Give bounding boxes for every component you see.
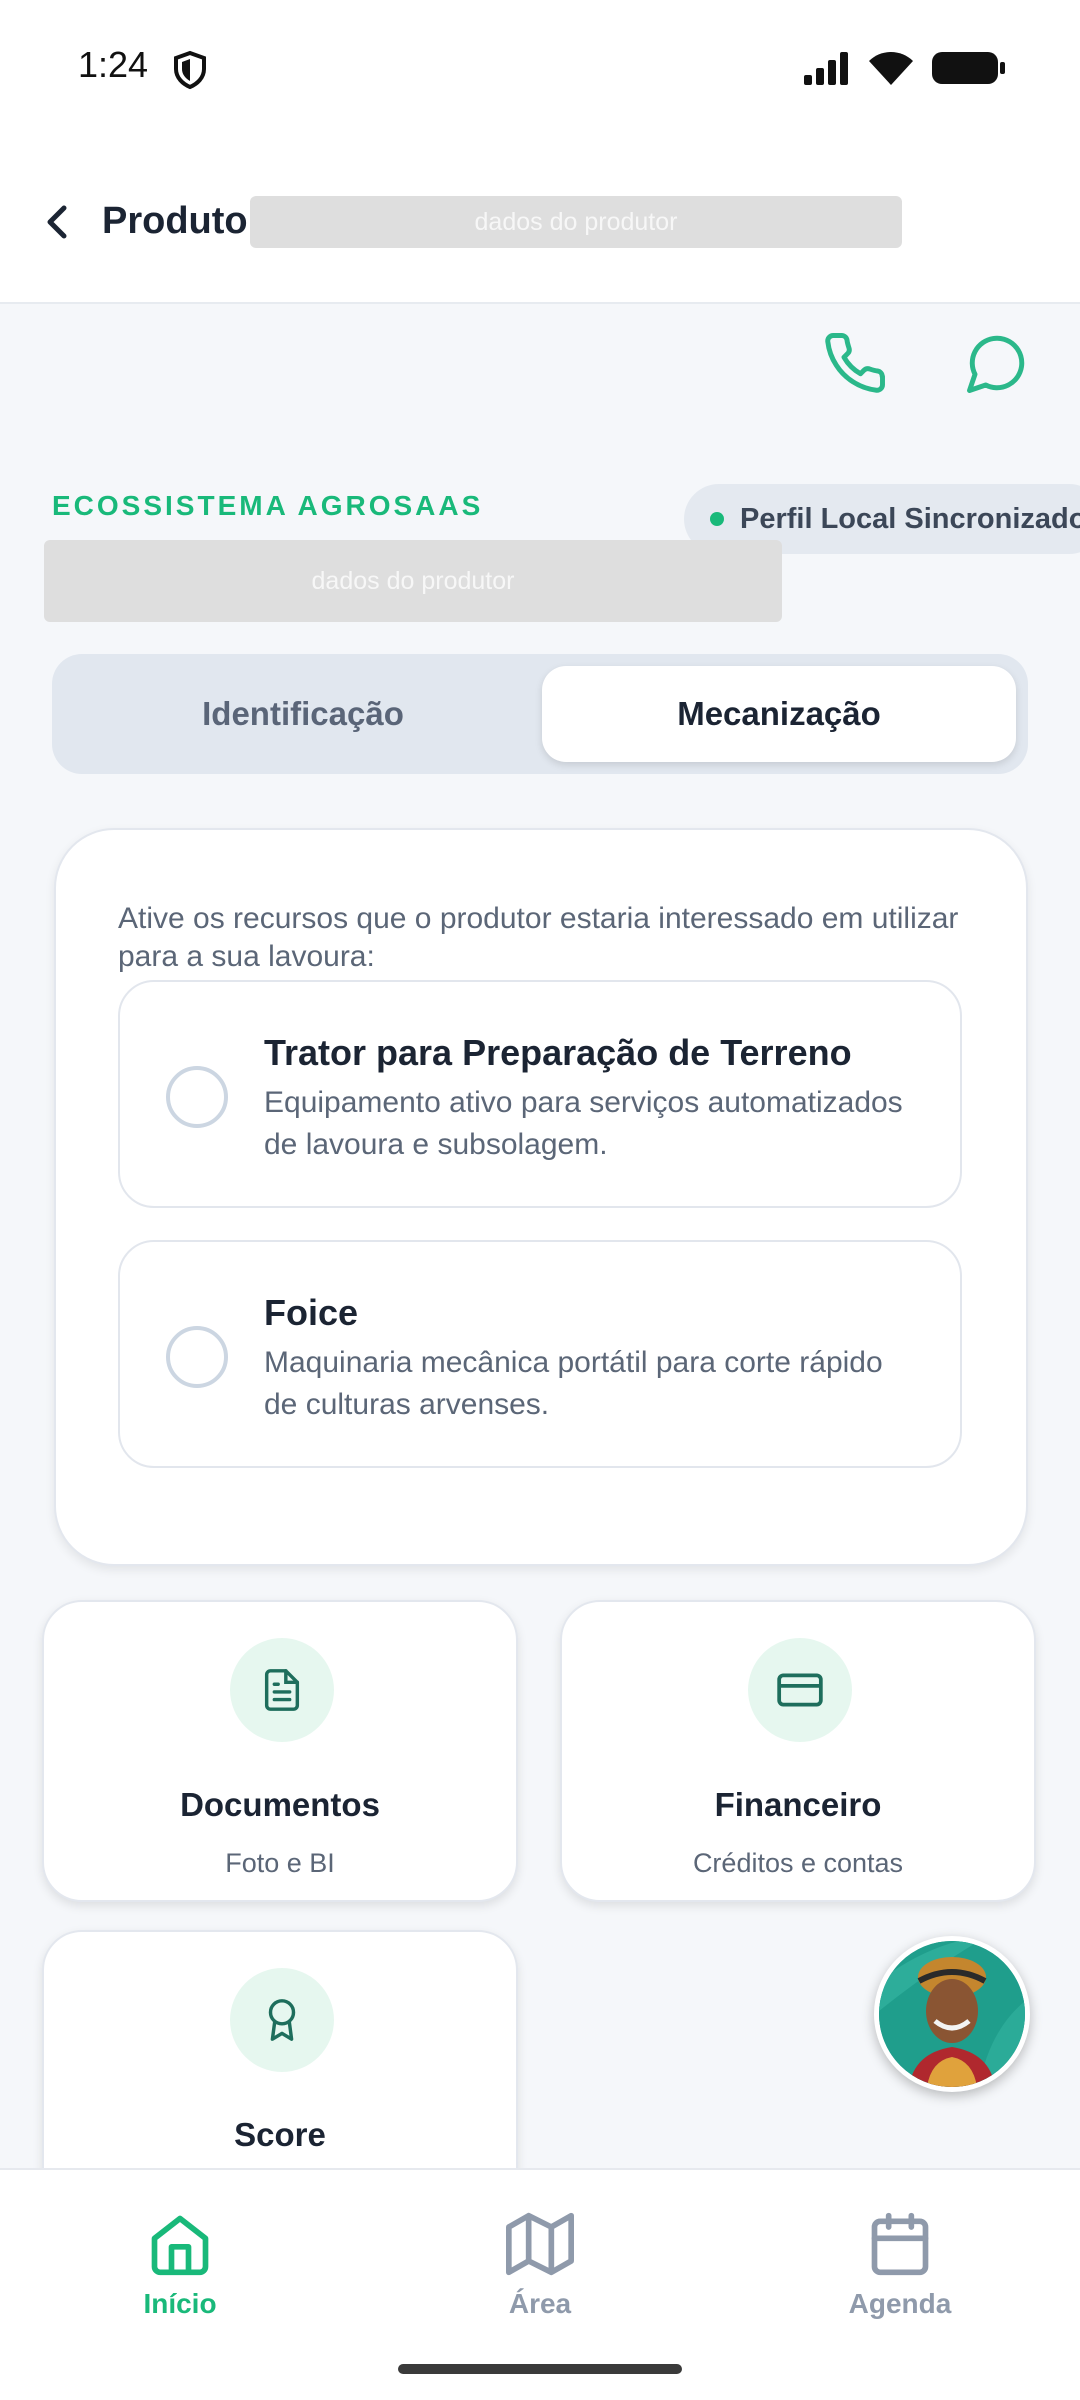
nav-inicio-label: Início [143,2288,217,2319]
document-icon-circle [230,1638,334,1742]
status-time: 1:24 [78,44,149,85]
tab-identificacao[interactable]: Identificação [64,666,542,762]
battery-icon [932,52,1005,84]
tab-mecanizacao[interactable]: Mecanização [542,666,1016,762]
option-title: Trator para Preparação de Terreno [264,1032,852,1073]
assistant-portrait [879,1941,1025,2087]
option-description: Maquinaria mecânica portátil para corte … [264,1346,883,1421]
option-foice[interactable]: Foice Maquinaria mecânica portátil para … [118,1240,962,1468]
tab-bar: Identificação Mecanização [52,654,1028,774]
nav-area[interactable]: Área [420,2210,660,2320]
finance-subtitle: Créditos e contas [692,1848,904,1878]
finance-title: Financeiro [714,1786,882,1823]
redacted-producer-details: dados do produtor [44,540,782,622]
back-arrow-icon[interactable] [38,200,78,244]
status-dot [710,512,724,526]
radio-button[interactable] [166,1066,228,1128]
ecosystem-label: ECOSSISTEMA AGROSAAS [52,490,484,521]
phone-icon[interactable] [822,330,888,396]
credit-card-icon [777,1673,823,1707]
wifi-icon [869,52,913,85]
redacted-producer-name: dados do produtor [250,196,902,248]
document-icon [264,1669,300,1711]
app-bar: Produtor dados do produtor [0,140,1080,304]
chat-icon[interactable] [964,330,1030,396]
documents-card[interactable]: Documentos Foto e BI [42,1600,518,1902]
radio-button[interactable] [166,1326,228,1388]
option-title: Foice [264,1292,359,1333]
sync-status-label: Perfil Local Sincronizado [740,502,1080,535]
page-title: Produtor [102,200,263,242]
assistant-avatar[interactable] [874,1936,1030,2092]
award-icon [268,1999,296,2041]
credit-card-icon-circle [748,1638,852,1742]
score-title: Score [234,2116,326,2153]
status-indicators [804,50,1006,86]
nav-area-label: Área [508,2288,572,2319]
nav-agenda[interactable]: Agenda [780,2210,1020,2320]
signal-icon [804,52,848,85]
home-indicator[interactable] [398,2364,682,2374]
nav-inicio[interactable]: Início [60,2210,300,2320]
award-icon-circle [230,1968,334,2072]
home-icon [151,2215,209,2276]
status-bar: 1:24 [0,0,1080,140]
mechanization-instruction: Ative os recursos que o produtor estaria… [118,902,959,973]
nav-agenda-label: Agenda [848,2288,952,2319]
finance-card[interactable]: Financeiro Créditos e contas [560,1600,1036,1902]
option-description: Equipamento ativo para serviços automati… [264,1086,903,1161]
map-icon [506,2212,574,2276]
option-trator[interactable]: Trator para Preparação de Terreno Equipa… [118,980,962,1208]
calendar-icon [871,2212,929,2276]
documents-subtitle: Foto e BI [225,1848,335,1878]
documents-title: Documentos [180,1786,380,1823]
shield-icon [174,50,206,90]
